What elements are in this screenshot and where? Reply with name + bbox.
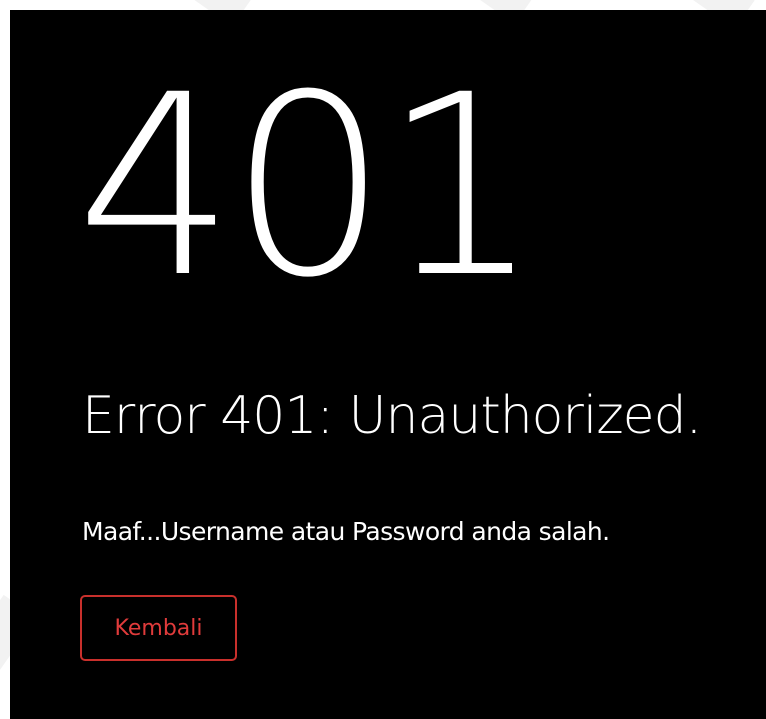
error-panel: 401 Error 401: Unauthorized. Maaf...User… (10, 10, 766, 719)
error-message: Maaf...Username atau Password anda salah… (82, 517, 610, 546)
error-code: 401 (76, 41, 541, 332)
back-button[interactable]: Kembali (80, 595, 237, 661)
error-title: Error 401: Unauthorized. (82, 386, 702, 446)
